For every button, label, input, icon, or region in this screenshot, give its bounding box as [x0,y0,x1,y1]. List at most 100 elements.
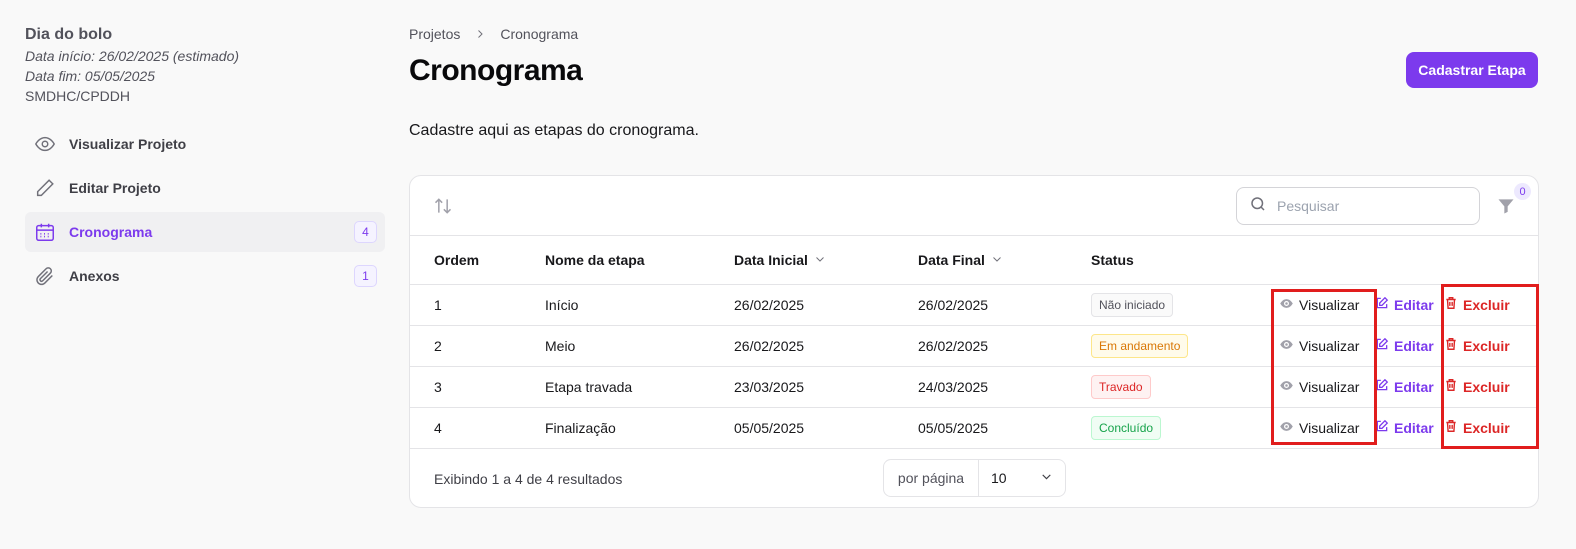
view-button[interactable]: Visualizar [1272,378,1368,396]
breadcrumb-link-projects[interactable]: Projetos [409,26,460,42]
column-header-actions [1272,236,1538,284]
per-page-value: 10 [991,469,1007,486]
table-toolbar: 0 [410,176,1538,236]
table-row: 3 Etapa travada 23/03/2025 24/03/2025 Tr… [410,366,1538,407]
project-start-date: Data início: 26/02/2025 (estimado) [25,48,240,64]
cell-data-final: 26/02/2025 [918,337,989,354]
eye-icon [1279,419,1294,437]
chevron-down-icon [814,252,826,268]
table-footer: Exibindo 1 a 4 de 4 resultados por págin… [410,449,1538,508]
page-description: Cadastre aqui as etapas do cronograma. [409,122,699,139]
cell-ordem: 3 [434,378,442,395]
delete-button[interactable]: Excluir [1440,296,1510,313]
trash-icon [1444,419,1458,436]
nav-item-label: Editar Projeto [69,180,161,196]
chevron-down-icon [991,252,1003,268]
trash-icon [1444,296,1458,313]
chevron-right-icon [474,28,486,40]
column-header-nome: Nome da etapa [545,251,645,268]
sort-icon[interactable] [432,195,454,217]
per-page-dropdown[interactable]: 10 [979,460,1065,496]
add-stage-button[interactable]: Cadastrar Etapa [1406,52,1538,88]
results-summary: Exibindo 1 a 4 de 4 resultados [434,470,623,487]
trash-icon [1444,378,1458,395]
search-input[interactable] [1277,198,1457,214]
delete-button[interactable]: Excluir [1440,337,1510,354]
schedule-table: Ordem Nome da etapa Data Inicial Data Fi… [410,236,1538,449]
table-row: 1 Início 26/02/2025 26/02/2025 Não inici… [410,284,1538,325]
search-icon [1249,195,1267,218]
edit-button[interactable]: Editar [1368,337,1440,354]
cell-ordem: 1 [434,296,442,313]
count-badge: 1 [354,265,377,287]
column-header-ordem: Ordem [434,251,480,268]
delete-button[interactable]: Excluir [1440,378,1510,395]
page-title: Cronograma [409,54,583,87]
edit-button[interactable]: Editar [1368,419,1440,436]
cell-data-inicial: 26/02/2025 [734,296,805,313]
filter-count-badge: 0 [1514,183,1531,200]
cell-ordem: 4 [434,419,442,436]
trash-icon [1444,337,1458,354]
cell-data-final: 26/02/2025 [918,296,989,313]
cell-nome: Meio [545,337,576,354]
delete-button[interactable]: Excluir [1440,419,1510,436]
cell-data-final: 05/05/2025 [918,419,989,436]
schedule-table-card: 0 Ordem Nome da etapa Data Inicial Data … [409,175,1539,508]
nav-item-schedule[interactable]: Cronograma 4 [25,212,385,252]
edit-button[interactable]: Editar [1368,296,1440,313]
nav-item-attachments[interactable]: Anexos 1 [25,256,385,296]
view-button[interactable]: Visualizar [1272,296,1368,314]
edit-icon [1375,296,1389,313]
edit-icon [1375,337,1389,354]
cell-data-inicial: 05/05/2025 [734,419,805,436]
eye-icon [1279,296,1294,314]
view-button[interactable]: Visualizar [1272,337,1368,355]
view-button[interactable]: Visualizar [1272,419,1368,437]
cell-data-inicial: 26/02/2025 [734,337,805,354]
eye-icon [1279,378,1294,396]
edit-icon [1375,419,1389,436]
count-badge: 4 [354,221,377,243]
search-field[interactable] [1236,187,1480,225]
column-header-data-inicial[interactable]: Data Inicial [734,236,918,284]
nav-item-view-project[interactable]: Visualizar Projeto [25,124,385,164]
project-sidebar: Dia do bolo Data início: 26/02/2025 (est… [25,26,385,300]
cell-nome: Etapa travada [545,378,633,395]
eye-icon [1279,337,1294,355]
project-nav: Visualizar Projeto Editar Projeto Cronog… [25,124,385,296]
status-badge: Concluído [1091,415,1162,440]
cell-nome: Finalização [545,419,616,436]
cell-data-inicial: 23/03/2025 [734,378,805,395]
nav-item-edit-project[interactable]: Editar Projeto [25,168,385,208]
paperclip-icon [33,264,57,288]
status-badge: Não iniciado [1091,292,1174,317]
table-row: 4 Finalização 05/05/2025 05/05/2025 Conc… [410,407,1538,448]
table-row: 2 Meio 26/02/2025 26/02/2025 Em andament… [410,325,1538,366]
status-badge: Em andamento [1091,333,1189,358]
calendar-icon [33,220,57,244]
edit-icon [1375,378,1389,395]
table-header-row: Ordem Nome da etapa Data Inicial Data Fi… [410,236,1538,284]
per-page-select[interactable]: por página 10 [883,458,1066,497]
nav-item-label: Visualizar Projeto [69,136,187,152]
filter-icon[interactable] [1494,194,1518,218]
nav-item-label: Anexos [69,268,120,284]
status-badge: Travado [1091,374,1151,399]
column-header-status: Status [1091,251,1134,268]
cell-ordem: 2 [434,337,442,354]
project-org: SMDHC/CPDDH [25,88,130,104]
cell-nome: Início [545,296,579,313]
column-header-data-final[interactable]: Data Final [918,236,1091,284]
eye-icon [33,132,57,156]
breadcrumb: Projetos Cronograma [409,25,578,43]
per-page-label: por página [884,459,979,496]
cell-data-final: 24/03/2025 [918,378,989,395]
project-end-date: Data fim: 05/05/2025 [25,68,155,84]
chevron-down-icon [1040,470,1053,486]
breadcrumb-current: Cronograma [500,26,579,42]
pencil-icon [33,176,57,200]
edit-button[interactable]: Editar [1368,378,1440,395]
project-name: Dia do bolo [25,26,113,43]
nav-item-label: Cronograma [69,224,153,240]
